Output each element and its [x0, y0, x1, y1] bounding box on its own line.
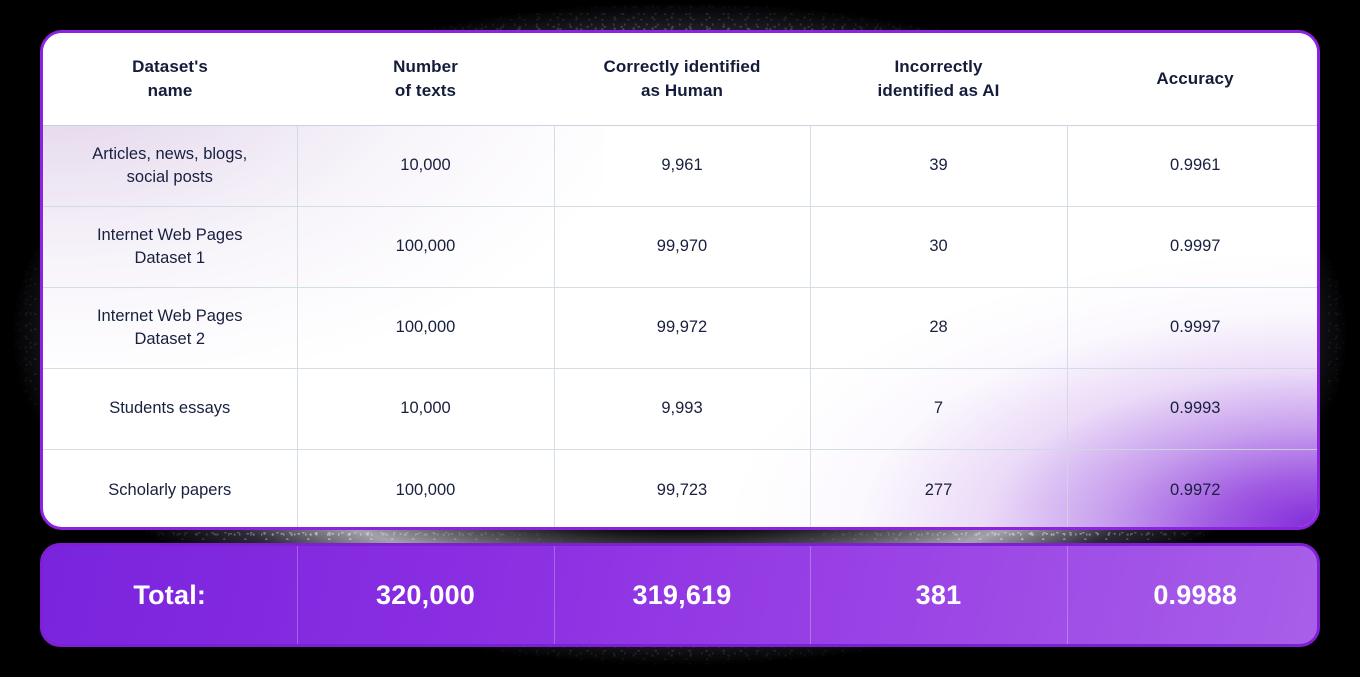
cell-dataset-name: Students essays [43, 367, 298, 449]
cell-number-of-texts: 100,000 [297, 448, 555, 527]
total-incorrectly-identified-as-ai: 381 [810, 546, 1068, 644]
column-header-incorrectly-identified-as-ai: Incorrectly identified as AI [810, 33, 1067, 125]
dataset-name-line-1: Internet Web Pages [96, 307, 243, 326]
total-label: Total: [43, 546, 298, 644]
column-header-accuracy: Accuracy [1067, 33, 1317, 125]
cell-accuracy: 0.9993 [1067, 367, 1317, 449]
cell-number-of-texts: 100,000 [297, 286, 555, 368]
table-row: Scholarly papers 100,000 99,723 277 0.99… [43, 448, 1317, 527]
dataset-name-line-1: Articles, news, blogs, [92, 145, 248, 164]
column-header-correctly-identified-as-human: Correctly identified as Human [554, 33, 810, 125]
cell-dataset-name: Articles, news, blogs, social posts [43, 124, 298, 206]
table-row: Internet Web Pages Dataset 1 100,000 99,… [43, 205, 1317, 287]
cell-correctly-identified-as-human: 99,970 [554, 205, 811, 287]
cell-accuracy: 0.9997 [1067, 205, 1317, 287]
cell-incorrectly-identified-as-ai: 39 [810, 124, 1068, 206]
cell-dataset-name: Internet Web Pages Dataset 2 [43, 286, 298, 368]
cell-incorrectly-identified-as-ai: 28 [810, 286, 1068, 368]
screenshot-root: Dataset's name Number of texts Correctly… [0, 0, 1360, 677]
header-line-1: Number [393, 57, 458, 77]
dataset-name-line-1: Internet Web Pages [96, 226, 243, 245]
table-row: Students essays 10,000 9,993 7 0.9993 [43, 367, 1317, 449]
table-body: Articles, news, blogs, social posts 10,0… [43, 124, 1317, 527]
table-header: Dataset's name Number of texts Correctly… [43, 33, 1317, 125]
header-line-2: of texts [394, 80, 457, 100]
cell-number-of-texts: 100,000 [297, 205, 555, 287]
cell-correctly-identified-as-human: 9,993 [554, 367, 811, 449]
header-line-1: Accuracy [1156, 69, 1234, 89]
header-line-1: Incorrectly [894, 57, 983, 77]
cell-dataset-name: Internet Web Pages Dataset 1 [43, 205, 298, 287]
totals-bar: Total: 320,000 319,619 381 0.9988 [40, 543, 1320, 647]
dataset-name-line-2: Dataset 1 [134, 248, 206, 267]
cell-correctly-identified-as-human: 99,723 [554, 448, 811, 527]
totals-row: Total: 320,000 319,619 381 0.9988 [43, 546, 1317, 644]
totals-table: Total: 320,000 319,619 381 0.9988 [43, 546, 1317, 644]
dataset-name-line-2: Dataset 2 [134, 329, 206, 348]
cell-accuracy: 0.9961 [1067, 124, 1317, 206]
table-row: Articles, news, blogs, social posts 10,0… [43, 124, 1317, 206]
cell-incorrectly-identified-as-ai: 7 [810, 367, 1068, 449]
header-line-2: as Human [640, 80, 724, 100]
cell-number-of-texts: 10,000 [297, 124, 555, 206]
results-table: Dataset's name Number of texts Correctly… [43, 33, 1317, 527]
header-line-2: identified as AI [877, 80, 1000, 100]
cell-accuracy: 0.9997 [1067, 286, 1317, 368]
header-line-1: Dataset's [132, 57, 208, 77]
cell-incorrectly-identified-as-ai: 277 [810, 448, 1068, 527]
total-number-of-texts: 320,000 [297, 546, 555, 644]
header-row: Dataset's name Number of texts Correctly… [43, 33, 1317, 125]
cell-correctly-identified-as-human: 9,961 [554, 124, 811, 206]
header-line-2: name [147, 80, 193, 100]
total-accuracy: 0.9988 [1153, 579, 1238, 610]
cell-dataset-name: Scholarly papers [43, 448, 298, 527]
header-line-1: Correctly identified [603, 57, 761, 77]
results-table-card: Dataset's name Number of texts Correctly… [40, 30, 1320, 530]
cell-accuracy: 0.9972 [1067, 448, 1317, 527]
cell-number-of-texts: 10,000 [297, 367, 555, 449]
cell-correctly-identified-as-human: 99,972 [554, 286, 811, 368]
column-header-dataset-name: Dataset's name [43, 33, 297, 125]
cell-incorrectly-identified-as-ai: 30 [810, 205, 1068, 287]
table-row: Internet Web Pages Dataset 2 100,000 99,… [43, 286, 1317, 368]
total-correctly-identified-as-human: 319,619 [554, 546, 811, 644]
column-header-number-of-texts: Number of texts [297, 33, 554, 125]
dataset-name-line-2: social posts [126, 167, 213, 186]
